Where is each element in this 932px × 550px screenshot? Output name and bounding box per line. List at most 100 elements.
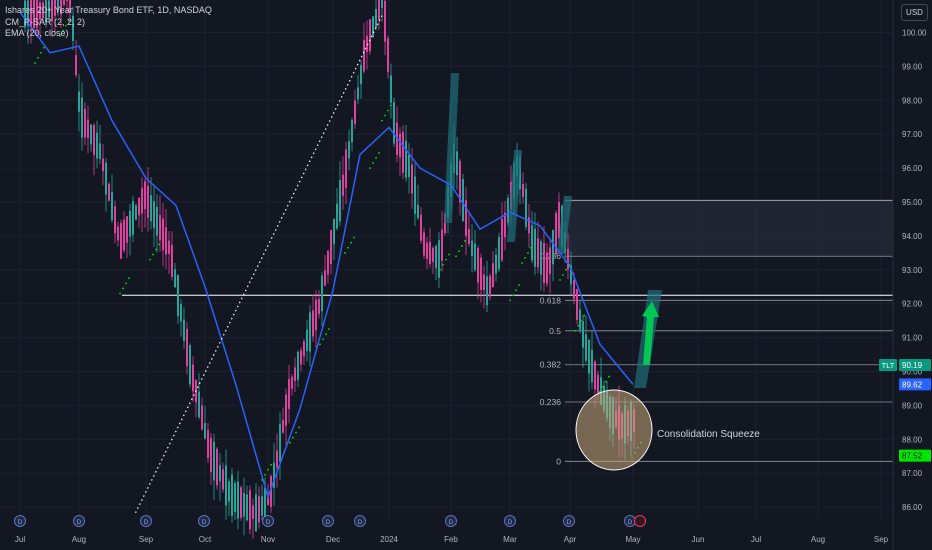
candle-body [429, 241, 431, 264]
psar-dot [298, 426, 300, 429]
candle-body [567, 248, 569, 270]
y-tick-label: 100.00 [902, 29, 927, 38]
psar-dot [521, 262, 523, 264]
price-scale[interactable] [893, 0, 932, 550]
candle-body [522, 184, 524, 197]
candle-body [120, 222, 122, 259]
candle-body [549, 247, 551, 275]
dividend-marker-label: D [449, 519, 454, 526]
psar-dot [261, 479, 263, 481]
candle-body [339, 179, 341, 222]
psar-dot [43, 46, 45, 49]
candle-body [156, 207, 158, 236]
ema-indicator-label[interactable]: EMA (20, close) [5, 28, 212, 40]
psar-dot [381, 119, 383, 122]
candle-body [528, 217, 530, 234]
candle-body [84, 108, 86, 138]
candle-body [381, 0, 383, 8]
x-tick-label: Oct [199, 535, 212, 544]
candle-body [309, 312, 311, 352]
candle-body [375, 8, 377, 28]
price-marker-value: 87.52 [902, 452, 923, 461]
candle-body [330, 230, 332, 265]
candle-body [162, 218, 164, 251]
psar-dot [602, 385, 604, 388]
candle-body [129, 210, 131, 237]
candle-body [165, 227, 167, 255]
psar-dot [319, 343, 321, 346]
candle-body [153, 201, 155, 229]
psar-dot [439, 268, 441, 271]
candle-body [204, 422, 206, 439]
candle-body [393, 102, 395, 144]
candle-body [258, 496, 260, 523]
dividend-marker-label: D [202, 519, 207, 526]
candle-body [504, 212, 506, 238]
candle-body [288, 378, 290, 409]
y-tick-label: 97.00 [902, 130, 923, 139]
candle-body [372, 16, 374, 38]
candle-body [291, 376, 293, 389]
dividend-marker-label: D [144, 519, 149, 526]
candle-body [525, 188, 527, 227]
psar-dot [442, 263, 444, 266]
y-tick-label: 87.00 [902, 469, 923, 478]
psar-dot [155, 248, 157, 251]
candle-body [90, 124, 92, 145]
candle-body [219, 465, 221, 482]
candle-body [222, 469, 224, 490]
candle-body [126, 216, 128, 243]
dividend-marker-label: D [266, 519, 271, 526]
psar-dot [605, 380, 607, 383]
candle-body [441, 229, 443, 261]
candle-body [93, 125, 95, 155]
fib-level-label: 0 [556, 456, 561, 466]
candle-body [87, 119, 89, 138]
candle-body [78, 91, 80, 112]
candle-body [594, 361, 596, 390]
annotation-label: Consolidation Squeeze [657, 429, 760, 440]
candle-body [540, 241, 542, 275]
y-tick-label: 92.00 [902, 300, 923, 309]
psar-dot [527, 251, 529, 254]
candle-body [171, 245, 173, 277]
candle-body [192, 364, 194, 392]
candle-body [249, 490, 251, 530]
psar-dot [378, 151, 380, 154]
x-tick-label: Feb [444, 535, 458, 544]
psar-dot [158, 243, 160, 246]
consolidation-ellipse[interactable] [575, 389, 653, 471]
dividend-marker-label: D [508, 519, 513, 526]
price-chart[interactable]: 0.7860.6180.50.3820.2360Consolidation Sq… [0, 0, 932, 550]
psar-indicator-label[interactable]: CM_P-SAR (2, 2, 2) [5, 17, 212, 29]
candle-body [357, 87, 359, 100]
candle-body [225, 465, 227, 506]
candle-body [228, 481, 230, 502]
x-tick-label: Jul [15, 535, 25, 544]
candle-body [597, 374, 599, 394]
psar-dot [125, 282, 127, 285]
candle-body [207, 429, 209, 459]
candle-body [474, 243, 476, 270]
candle-body [486, 276, 488, 306]
y-tick-label: 94.00 [902, 232, 923, 241]
currency-button[interactable]: USD [901, 4, 928, 21]
candle-body [114, 206, 116, 234]
candle-body [327, 250, 329, 275]
candle-body [492, 263, 494, 288]
candle-body [354, 100, 356, 124]
psar-dot [369, 167, 371, 170]
candle-body [321, 275, 323, 312]
psar-dot [562, 273, 564, 276]
candle-body [102, 158, 104, 172]
earnings-marker[interactable] [634, 515, 646, 527]
psar-dot [608, 375, 610, 378]
psar-dot [152, 253, 154, 256]
x-tick-label: Aug [72, 535, 86, 544]
candle-body [264, 487, 266, 518]
dividend-marker-label: D [18, 519, 23, 526]
price-marker-value: 90.19 [902, 361, 923, 370]
x-tick-label: 2024 [380, 535, 398, 544]
candle-body [237, 481, 239, 519]
candle-body [495, 254, 497, 274]
